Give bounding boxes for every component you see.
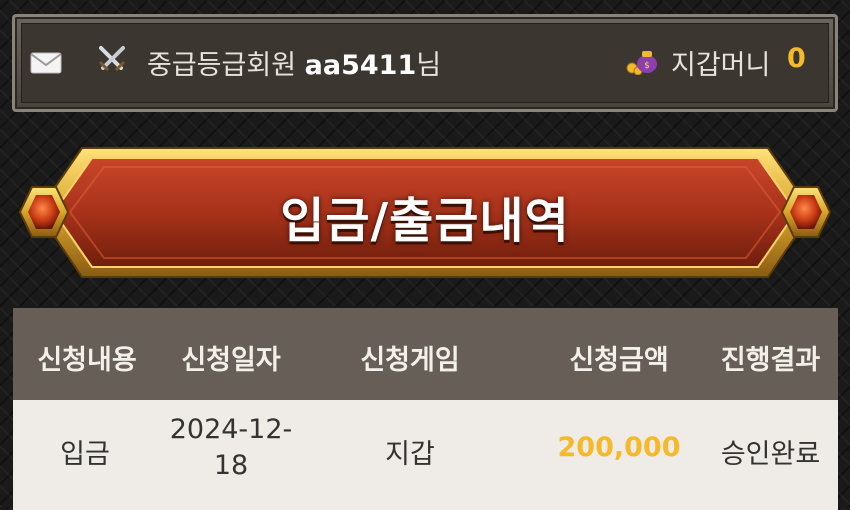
cell-game: 지갑 xyxy=(385,439,435,470)
member-grade: 중급등급회원 xyxy=(147,50,297,81)
header-request-type: 신청내용 xyxy=(37,345,137,376)
cell-date-line2: 18 xyxy=(213,450,249,481)
page-title-banner: 입금/출금내역 xyxy=(12,145,838,280)
page-title: 입금/출금내역 xyxy=(280,193,570,249)
money-bag-icon: $ xyxy=(626,51,657,75)
cell-result: 승인완료 xyxy=(720,439,821,470)
cell-date-line1: 2024-12- xyxy=(169,414,293,445)
wallet-amount: 0 xyxy=(787,43,806,74)
mail-icon[interactable] xyxy=(30,52,62,74)
username: aa5411 xyxy=(304,50,417,81)
crossed-swords-icon xyxy=(98,46,126,72)
header-request-game: 신청게임 xyxy=(360,345,460,376)
cell-date: 2024-12- 18 xyxy=(161,412,301,484)
svg-text:$: $ xyxy=(644,61,650,71)
header-request-amount: 신청금액 xyxy=(569,345,669,376)
wallet-label: 지갑머니 xyxy=(671,50,771,81)
cell-amount: 200,000 xyxy=(557,432,681,463)
header-request-date: 신청일자 xyxy=(181,345,281,376)
user-info-bar: 중급등급회원 aa5411님 $ 지갑머니 0 xyxy=(12,14,838,112)
member-info: 중급등급회원 aa5411님 xyxy=(147,43,441,82)
honorific: 님 xyxy=(416,50,442,81)
cell-type: 입금 xyxy=(60,439,110,470)
header-result: 진행결과 xyxy=(720,345,821,376)
table-header: 신청내용 신청일자 신청게임 신청금액 진행결과 xyxy=(13,308,838,400)
table-row: 입금 2024-12- 18 지갑 200,000 승인완료 xyxy=(13,400,838,510)
history-table: 신청내용 신청일자 신청게임 신청금액 진행결과 입금 2024-12- 18 … xyxy=(13,308,838,510)
